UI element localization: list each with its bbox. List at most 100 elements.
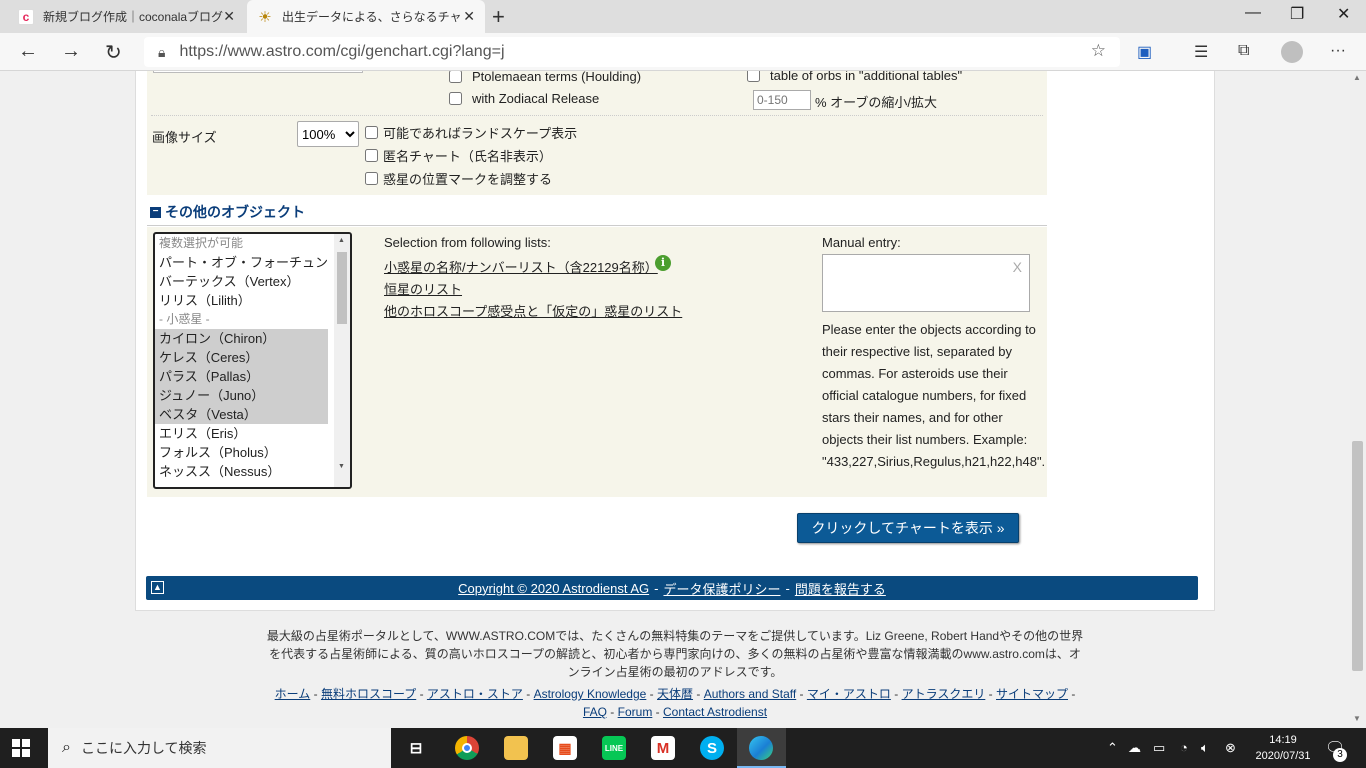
copyright-link[interactable]: Copyright © 2020 Astrodienst AG bbox=[458, 581, 649, 596]
taskbar-clock[interactable]: 14:19 2020/07/31 bbox=[1252, 732, 1314, 764]
windows-start-icon[interactable] bbox=[12, 739, 30, 757]
other-objects-heading[interactable]: − その他のオブジェクト bbox=[147, 199, 1047, 226]
scroll-down-arrow-icon[interactable]: ▼ bbox=[338, 463, 345, 470]
orbs-table-checkbox[interactable]: table of orbs in "additional tables" bbox=[747, 71, 962, 83]
favorite-star-icon[interactable]: ☆ bbox=[1091, 41, 1106, 61]
clear-icon[interactable]: X bbox=[1013, 259, 1022, 275]
onedrive-icon[interactable]: ☁ bbox=[1128, 740, 1141, 756]
list-option[interactable]: パラス（Pallas） bbox=[155, 367, 328, 386]
collections-icon[interactable]: ⧉ bbox=[1238, 42, 1249, 60]
chrome-icon[interactable] bbox=[455, 736, 479, 760]
about-line: を代表する占星術師による、質の高いホロスコープの解読と、初心者から専門家向けの、… bbox=[269, 647, 1081, 661]
input-stub[interactable] bbox=[153, 71, 363, 73]
list-option[interactable]: エリス（Eris） bbox=[155, 424, 328, 443]
checkbox[interactable] bbox=[365, 149, 378, 162]
image-size-select[interactable]: 100% bbox=[297, 121, 359, 147]
favorites-icon[interactable]: ☰ bbox=[1194, 42, 1208, 62]
taskbar-search[interactable]: ⌕ ここに入力して検索 bbox=[48, 728, 391, 768]
skype-icon[interactable]: S bbox=[700, 736, 724, 760]
footer-link-ephemeris[interactable]: 天体暦 bbox=[657, 687, 693, 701]
checkbox[interactable] bbox=[365, 172, 378, 185]
footer-link-atlas[interactable]: アトラスクエリ bbox=[902, 687, 986, 701]
other-points-link[interactable]: 他のホロスコープ感受点と「仮定の」惑星のリスト bbox=[384, 301, 682, 320]
orb-percent-input[interactable] bbox=[753, 90, 811, 110]
footer-link-free-horoscopes[interactable]: 無料ホロスコープ bbox=[321, 687, 416, 701]
restore-button[interactable]: ❐ bbox=[1290, 4, 1304, 24]
volume-icon[interactable]: 🔈︎ bbox=[1201, 740, 1209, 756]
objects-multiselect[interactable]: 複数選択が可能 パート・オブ・フォーチュン バーテックス（Vertex） リリス（Li… bbox=[153, 232, 352, 489]
report-problem-link[interactable]: 問題を報告する bbox=[795, 579, 886, 598]
checkbox[interactable] bbox=[449, 71, 462, 83]
refresh-button[interactable]: ↻ bbox=[105, 40, 122, 65]
list-option[interactable]: ジュノー（Juno） bbox=[155, 386, 328, 405]
close-tab-icon[interactable]: ✕ bbox=[463, 8, 475, 25]
list-option[interactable]: パート・オブ・フォーチュン bbox=[155, 253, 328, 272]
back-to-top-icon[interactable]: ▲ bbox=[151, 581, 164, 594]
asteroid-list-link[interactable]: 小惑星の名称/ナンバーリスト（含22129名称） bbox=[384, 257, 658, 276]
objects-list: 複数選択が可能 パート・オブ・フォーチュン バーテックス（Vertex） リリス（Li… bbox=[155, 234, 350, 481]
close-tab-icon[interactable]: ✕ bbox=[223, 8, 235, 25]
tab-astro-active[interactable]: ☀ 出生データによる、さらなるチャート選択 ✕ bbox=[247, 0, 485, 33]
list-option[interactable]: リリス（Lilith） bbox=[155, 291, 328, 310]
edge-icon[interactable] bbox=[749, 736, 773, 760]
store-icon[interactable]: ▦ bbox=[553, 736, 577, 760]
list-option[interactable]: ネッスス（Nessus） bbox=[155, 462, 328, 481]
footer-link-sitemap[interactable]: サイトマップ bbox=[996, 687, 1068, 701]
list-option[interactable]: フォルス（Pholus） bbox=[155, 443, 328, 462]
tab-coconala[interactable]: c 新規ブログ作成｜coconalaブログ ✕ bbox=[10, 0, 245, 33]
minimize-button[interactable]: — bbox=[1245, 4, 1261, 22]
line-icon[interactable]: LINE bbox=[602, 736, 626, 760]
checkbox[interactable] bbox=[449, 92, 462, 105]
checkbox[interactable] bbox=[747, 71, 760, 82]
list-scrollbar[interactable]: ▲ ▼ bbox=[334, 234, 350, 487]
show-hidden-icons-icon[interactable]: ⌃ bbox=[1107, 740, 1118, 756]
ptolemaean-terms-checkbox[interactable]: Ptolemaean terms (Houlding) bbox=[449, 71, 641, 84]
zodiacal-release-checkbox[interactable]: with Zodiacal Release bbox=[449, 91, 599, 106]
battery-icon[interactable]: ▭ bbox=[1153, 740, 1165, 756]
search-placeholder: ここに入力して検索 bbox=[80, 740, 207, 756]
wifi-icon[interactable]: ◔ bbox=[1180, 740, 1188, 755]
search-icon: ⌕ bbox=[62, 739, 71, 756]
ime-off-icon[interactable]: ⊗ bbox=[1225, 740, 1236, 756]
close-window-button[interactable]: ✕ bbox=[1337, 4, 1350, 24]
back-button[interactable]: ← bbox=[18, 40, 38, 63]
scroll-up-arrow-icon[interactable]: ▲ bbox=[338, 237, 345, 244]
footer-link-authors[interactable]: Authors and Staff bbox=[704, 687, 797, 701]
other-objects-panel: 複数選択が可能 パート・オブ・フォーチュン バーテックス（Vertex） リリス（Li… bbox=[147, 227, 1047, 497]
collapse-icon[interactable]: − bbox=[150, 206, 161, 218]
file-explorer-icon[interactable] bbox=[504, 736, 528, 760]
list-option[interactable]: カイロン（Chiron） bbox=[155, 329, 328, 348]
task-view-icon[interactable]: ⊟ bbox=[404, 736, 428, 760]
footer-link-contact[interactable]: Contact Astrodienst bbox=[663, 705, 767, 719]
scroll-down-arrow-icon[interactable]: ▼ bbox=[1353, 714, 1361, 723]
footer-link-astro-shop[interactable]: アストロ・ストア bbox=[427, 687, 523, 701]
privacy-policy-link[interactable]: データ保護ポリシー bbox=[663, 579, 780, 598]
page-scroll-thumb[interactable] bbox=[1352, 441, 1363, 671]
extension-icon[interactable]: ▣ bbox=[1137, 42, 1152, 62]
forward-button[interactable]: → bbox=[61, 40, 81, 63]
gmail-icon[interactable]: M bbox=[651, 736, 675, 760]
list-scroll-thumb[interactable] bbox=[337, 252, 347, 324]
manual-entry-textarea[interactable]: X bbox=[822, 254, 1030, 312]
checkbox[interactable] bbox=[365, 126, 378, 139]
footer-link-my-astro[interactable]: マイ・アストロ bbox=[807, 687, 891, 701]
url-field[interactable]: 🔒︎ https://www.astro.com/cgi/genchart.cg… bbox=[144, 37, 1120, 67]
fixed-stars-link[interactable]: 恒星のリスト bbox=[384, 279, 462, 298]
footer-link-astrology-knowledge[interactable]: Astrology Knowledge bbox=[534, 687, 647, 701]
info-icon[interactable]: i bbox=[655, 255, 671, 271]
footer-link-faq[interactable]: FAQ bbox=[583, 705, 607, 719]
anonymous-chart-checkbox[interactable]: 匿名チャート（氏名非表示） bbox=[365, 146, 552, 165]
page-scrollbar[interactable]: ▲ ▼ bbox=[1350, 71, 1366, 728]
adjust-marks-checkbox[interactable]: 惑星の位置マークを調整する bbox=[365, 169, 552, 188]
list-option[interactable]: ベスタ（Vesta） bbox=[155, 405, 328, 424]
show-chart-button[interactable]: クリックしてチャートを表示 » bbox=[797, 513, 1019, 543]
scroll-up-arrow-icon[interactable]: ▲ bbox=[1353, 73, 1361, 82]
list-option[interactable]: バーテックス（Vertex） bbox=[155, 272, 328, 291]
list-option[interactable]: ケレス（Ceres） bbox=[155, 348, 328, 367]
landscape-checkbox[interactable]: 可能であればランドスケープ表示 bbox=[365, 123, 577, 142]
more-menu-icon[interactable]: ··· bbox=[1330, 42, 1346, 60]
profile-avatar[interactable] bbox=[1281, 41, 1303, 63]
footer-link-forum[interactable]: Forum bbox=[618, 705, 653, 719]
footer-link-home[interactable]: ホーム bbox=[275, 687, 311, 701]
new-tab-button[interactable]: + bbox=[492, 4, 505, 30]
